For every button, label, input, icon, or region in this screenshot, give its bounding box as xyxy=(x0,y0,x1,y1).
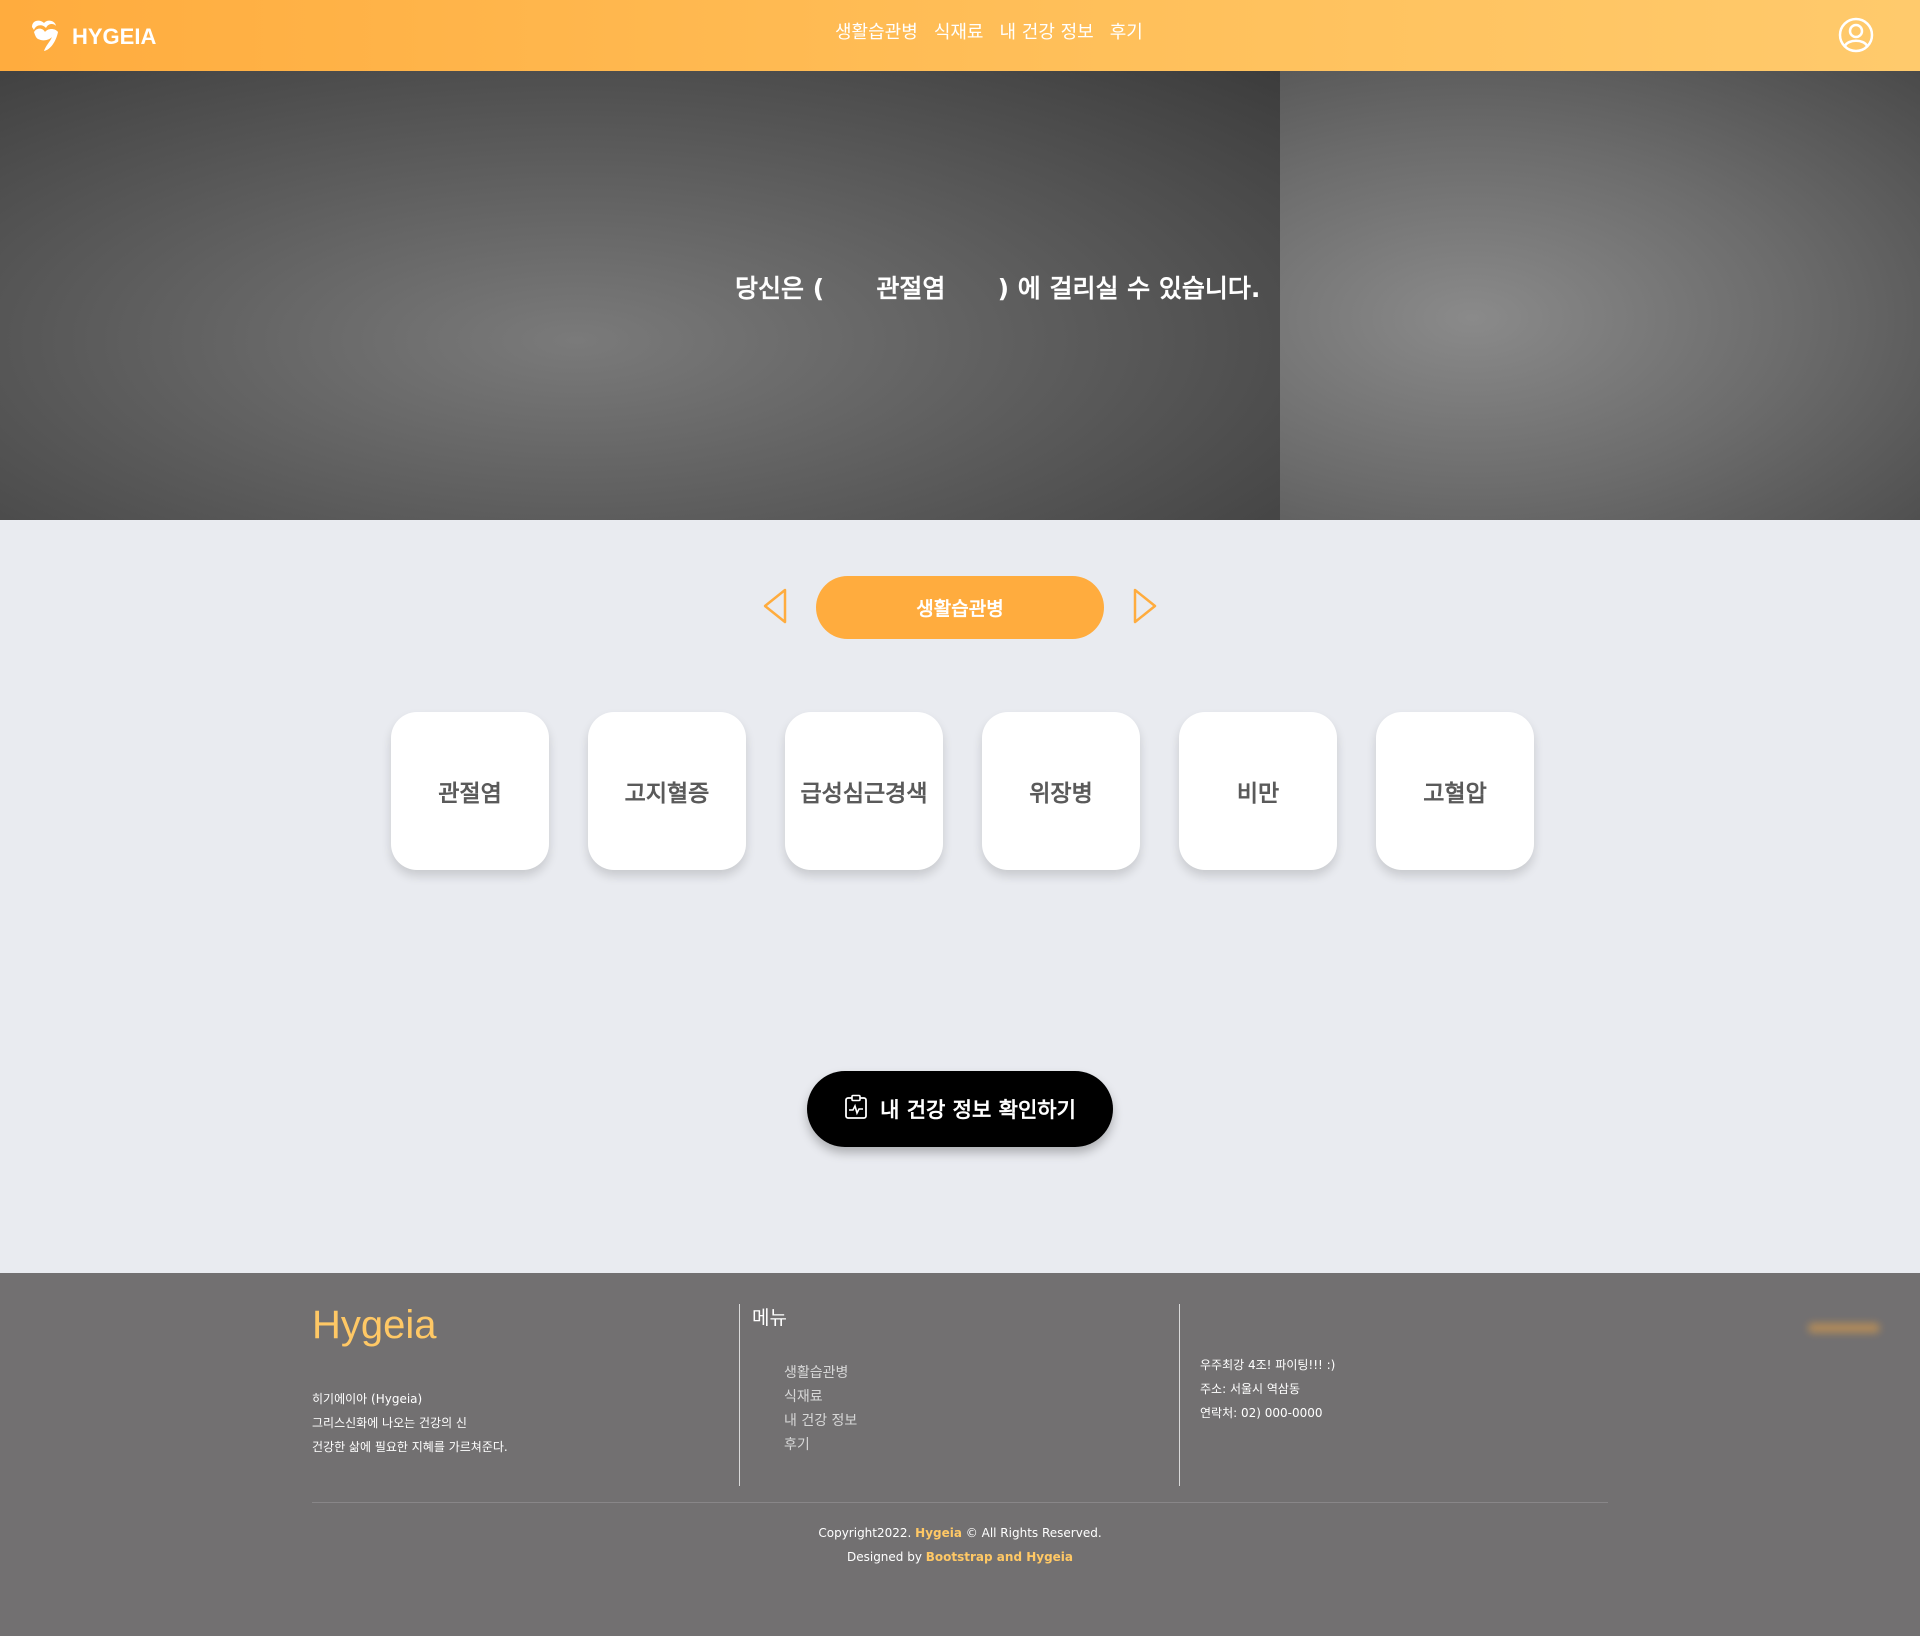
logo-text: HYGEIA xyxy=(72,24,157,49)
logo[interactable]: HYGEIA xyxy=(28,17,156,57)
copyright-prefix: Copyright2022. xyxy=(818,1526,916,1540)
triangle-right-icon[interactable] xyxy=(1130,586,1160,626)
scroll-top-glow[interactable] xyxy=(1808,1323,1880,1333)
nav-item-lifestyle-disease[interactable]: 생활습관병 xyxy=(835,18,918,44)
top-header: HYGEIA 생활습관병 식재료 내 건강 정보 후기 xyxy=(0,0,1920,71)
footer: Hygeia 히기에이아 (Hygeia) 그리스신화에 나오는 건강의 신 건… xyxy=(0,1273,1920,1636)
nav-item-reviews[interactable]: 후기 xyxy=(1110,18,1143,44)
hero-disease: 관절염 xyxy=(876,274,946,303)
hero-prefix: 당신은 ( xyxy=(735,274,825,303)
footer-desc-line: 건강한 삶에 필요한 지혜를 가르쳐준다. xyxy=(312,1440,508,1454)
disease-card-heart-attack[interactable]: 급성심근경색 xyxy=(785,712,943,870)
hero-banner: 당신은 ( 관절염 ) 에 걸리실 수 있습니다. xyxy=(0,71,1920,520)
copyright-brand: Hygeia xyxy=(915,1526,962,1540)
designed-by-line: Designed by Bootstrap and Hygeia xyxy=(0,1545,1920,1569)
disease-card-stomach[interactable]: 위장병 xyxy=(982,712,1140,870)
footer-menu-ingredients[interactable]: 식재료 xyxy=(784,1385,857,1409)
footer-contact: 우주최강 4조! 파이팅!!! :) 주소: 서울시 역삼동 연락처: 02) … xyxy=(1200,1353,1335,1425)
designed-prefix: Designed by xyxy=(846,1550,926,1564)
category-selector[interactable]: 생활습관병 xyxy=(816,576,1104,639)
disease-card-hypertension[interactable]: 고혈압 xyxy=(1376,712,1534,870)
disease-card-list: 관절염 고지혈증 급성심근경색 위장병 비만 고혈압 xyxy=(391,712,1534,870)
footer-copyright: Copyright2022. Hygeia © All Rights Reser… xyxy=(0,1521,1920,1569)
footer-desc-line: 히기에이아 (Hygeia) xyxy=(312,1392,423,1406)
hygeia-logo-icon xyxy=(28,17,66,57)
disease-card-arthritis[interactable]: 관절염 xyxy=(391,712,549,870)
footer-brand: Hygeia xyxy=(312,1303,437,1347)
footer-menu-my-health[interactable]: 내 건강 정보 xyxy=(784,1409,857,1433)
copyright-line: Copyright2022. Hygeia © All Rights Reser… xyxy=(0,1521,1920,1545)
footer-contact-line: 주소: 서울시 역삼동 xyxy=(1200,1382,1300,1396)
footer-separator xyxy=(312,1502,1608,1503)
hero-image-repeat xyxy=(1280,71,1920,520)
hero-message-text: 당신은 ( 관절염 ) 에 걸리실 수 있습니다. xyxy=(735,269,1260,305)
check-health-info-label: 내 건강 정보 확인하기 xyxy=(880,1098,1076,1122)
nav-item-my-health[interactable]: 내 건강 정보 xyxy=(1000,18,1094,44)
footer-contact-line: 우주최강 4조! 파이팅!!! :) xyxy=(1200,1358,1336,1372)
triangle-left-icon[interactable] xyxy=(760,586,790,626)
check-health-info-button[interactable]: 내 건강 정보 확인하기 xyxy=(807,1071,1113,1147)
main-nav: 생활습관병 식재료 내 건강 정보 후기 xyxy=(835,18,1143,44)
user-circle-icon[interactable] xyxy=(1838,17,1874,53)
copyright-suffix: © All Rights Reserved. xyxy=(961,1526,1102,1540)
footer-description: 히기에이아 (Hygeia) 그리스신화에 나오는 건강의 신 건강한 삶에 필… xyxy=(312,1387,508,1459)
health-record-icon xyxy=(844,1094,868,1125)
designed-brand: Bootstrap and Hygeia xyxy=(925,1550,1074,1564)
footer-menu: 생활습관병 식재료 내 건강 정보 후기 xyxy=(784,1361,857,1457)
footer-menu-reviews[interactable]: 후기 xyxy=(784,1433,857,1457)
disease-card-hyperlipidemia[interactable]: 고지혈증 xyxy=(588,712,746,870)
footer-divider xyxy=(1179,1304,1180,1486)
disease-card-obesity[interactable]: 비만 xyxy=(1179,712,1337,870)
footer-contact-line: 연락처: 02) 000-0000 xyxy=(1200,1406,1323,1420)
hero-suffix: ) 에 걸리실 수 있습니다. xyxy=(997,274,1261,303)
footer-desc-line: 그리스신화에 나오는 건강의 신 xyxy=(312,1416,467,1430)
nav-item-ingredients[interactable]: 식재료 xyxy=(934,18,984,44)
footer-menu-lifestyle-disease[interactable]: 생활습관병 xyxy=(784,1361,857,1385)
footer-divider xyxy=(739,1304,740,1486)
footer-menu-title: 메뉴 xyxy=(752,1307,787,1329)
